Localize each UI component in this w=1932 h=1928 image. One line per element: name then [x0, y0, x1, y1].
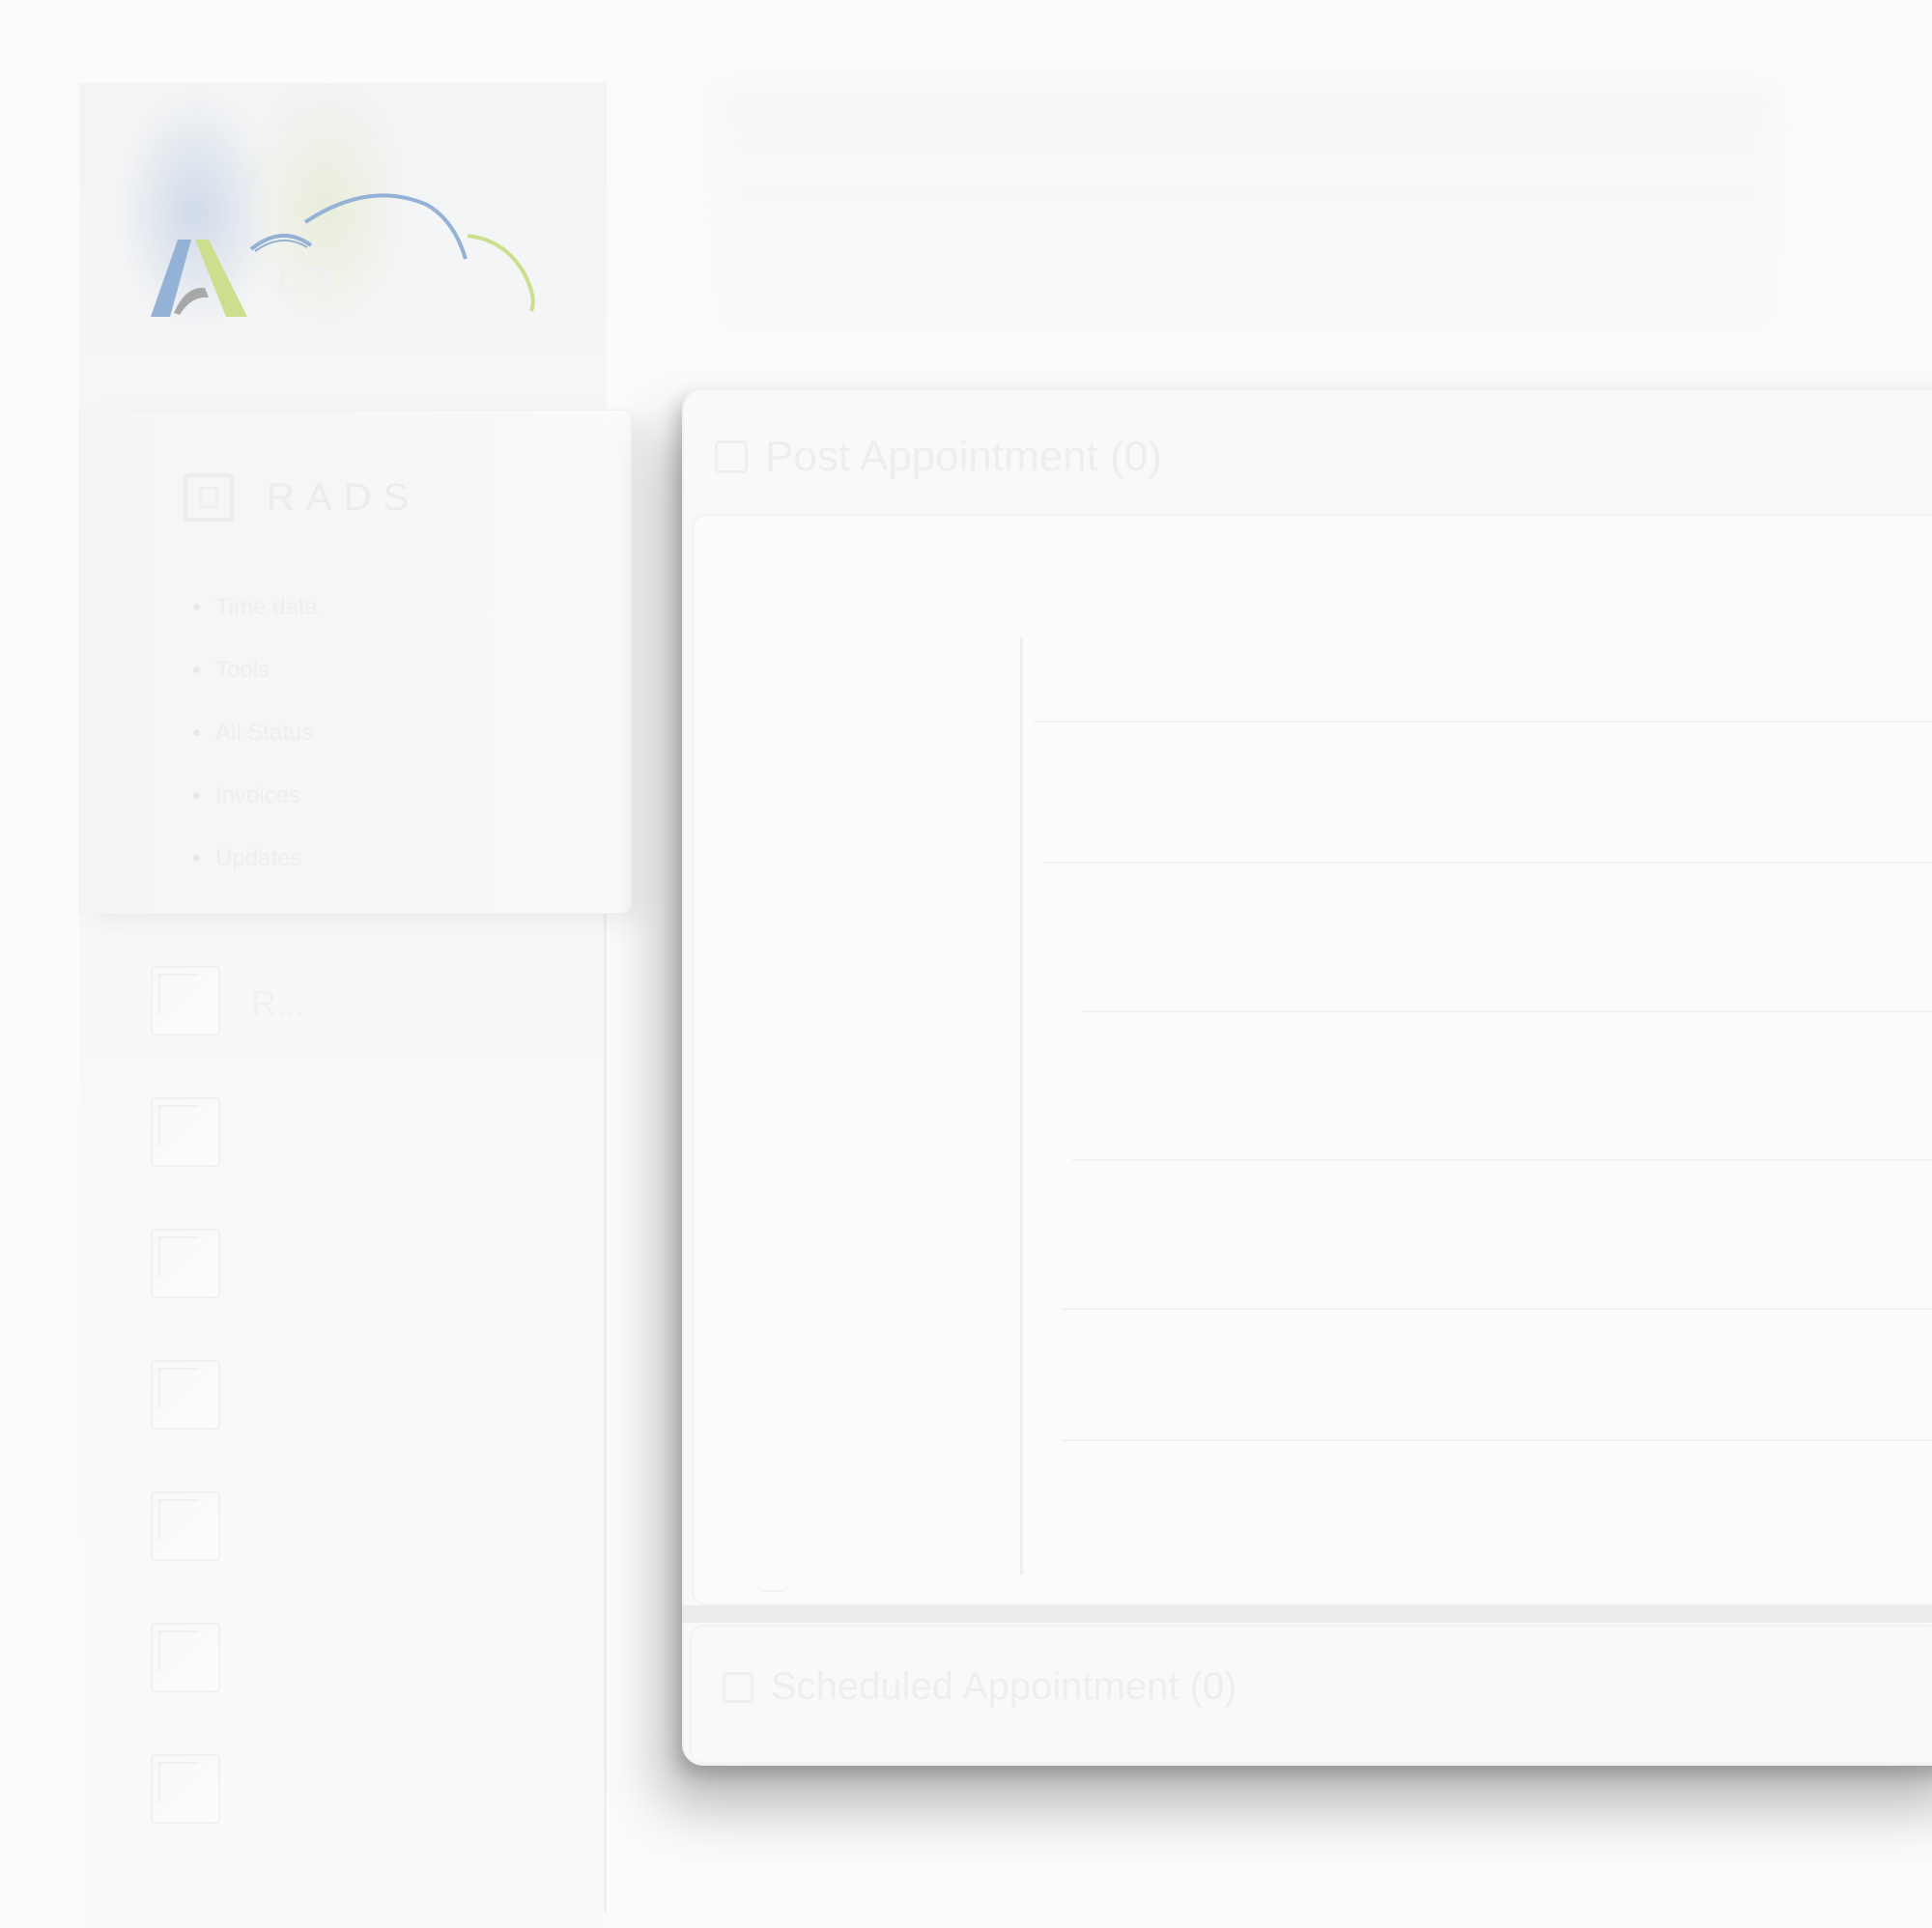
scheduled-appointment-label: Scheduled Appointment (0) — [771, 1665, 1237, 1708]
side-menu-label: R... — [251, 983, 306, 1023]
nav-item-label: Time data — [215, 593, 318, 620]
side-menu-item[interactable] — [151, 1491, 220, 1623]
nav-item-label: Invoices — [215, 781, 301, 808]
nav-header-label: RADS — [267, 475, 421, 519]
document-icon — [151, 1623, 220, 1692]
list-icon — [723, 1671, 753, 1703]
document-icon — [151, 1229, 220, 1298]
nav-item-label: Updates — [215, 844, 302, 871]
logo[interactable]: ba — [79, 83, 607, 408]
side-menu-item[interactable]: R... — [151, 966, 305, 1097]
nav-header[interactable]: RADS — [184, 473, 420, 522]
nav-item[interactable]: Tools — [193, 638, 318, 701]
nav-item-label: Tools — [215, 656, 270, 683]
nav-item[interactable]: All Status — [193, 701, 318, 764]
document-icon — [151, 1491, 220, 1561]
document-icon — [151, 1754, 220, 1824]
side-menu: R... — [151, 966, 305, 1885]
bullet-icon — [193, 729, 200, 736]
grid-row-line — [1063, 1439, 1932, 1441]
bullet-icon — [193, 792, 200, 799]
grid-row-line — [1034, 721, 1932, 723]
post-appointment-title[interactable]: Post Appointment (0) — [715, 433, 1162, 481]
scheduled-appointment-title[interactable]: Scheduled Appointment (0) — [723, 1665, 1237, 1709]
side-menu-item[interactable] — [151, 1623, 220, 1754]
post-appointment-label: Post Appointment (0) — [765, 433, 1162, 480]
calendar-icon — [184, 473, 234, 522]
panel-separator — [682, 1605, 1932, 1623]
appointments-grid — [692, 514, 1932, 1605]
nav-item[interactable]: Updates — [193, 827, 318, 890]
panel-corner — [753, 1580, 790, 1592]
grid-row-line — [1072, 1159, 1932, 1161]
bullet-icon — [193, 666, 200, 673]
logo-text: ba — [277, 248, 335, 302]
document-icon — [151, 1097, 220, 1167]
side-menu-item[interactable] — [151, 1097, 220, 1229]
side-menu-item[interactable] — [151, 1360, 220, 1491]
document-icon — [151, 966, 220, 1035]
grid-column-divider — [1020, 638, 1023, 1574]
side-menu-item[interactable] — [151, 1229, 220, 1360]
bullet-icon — [193, 855, 200, 862]
document-icon — [151, 1360, 220, 1430]
nav-item-label: All Status — [215, 719, 314, 746]
grid-row-line — [1063, 1308, 1932, 1310]
logo-mark-icon — [151, 193, 535, 317]
nav-item[interactable]: Invoices — [193, 764, 318, 827]
grid-row-line — [1043, 862, 1932, 864]
grid-row-line — [1082, 1010, 1932, 1012]
sidebar-divider — [604, 908, 607, 1913]
nav-item[interactable]: Time data — [193, 576, 318, 638]
side-menu-item[interactable] — [151, 1754, 220, 1885]
bullet-icon — [193, 604, 200, 610]
nav-list: Time data Tools All Status Invoices Upda… — [193, 576, 318, 890]
list-icon — [715, 440, 748, 473]
header-area — [715, 85, 1777, 336]
